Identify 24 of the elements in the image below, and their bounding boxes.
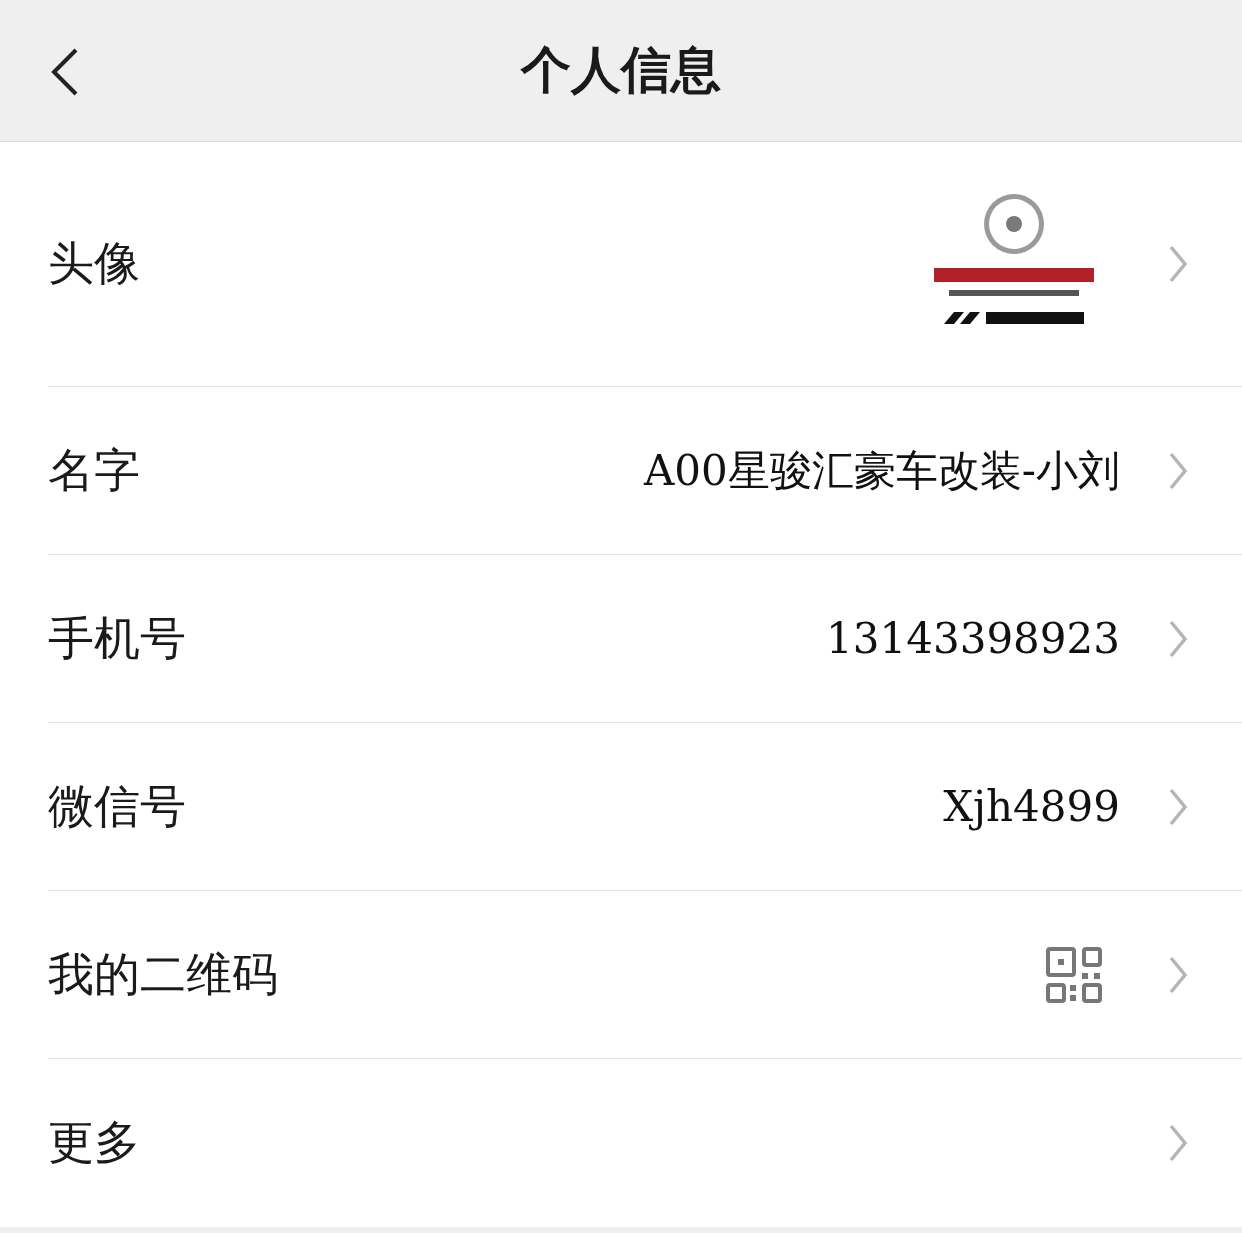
row-label: 手机号: [48, 609, 186, 667]
page-title: 个人信息: [521, 40, 721, 101]
row-label: 我的二维码: [48, 945, 278, 1003]
row-label: 微信号: [48, 777, 186, 835]
row-value: 13143398923: [826, 614, 1120, 663]
settings-row[interactable]: 更多: [48, 1059, 1242, 1227]
row-value: Xjh4899: [943, 782, 1120, 831]
chevron-icon: [1168, 1123, 1188, 1163]
settings-row[interactable]: 名字 A00星骏汇豪车改装-小刘: [48, 387, 1242, 555]
chevron-icon: [1168, 786, 1188, 827]
qr-code-icon: [1046, 946, 1102, 1003]
chevron-icon: [1168, 450, 1188, 491]
settings-row[interactable]: 头像: [48, 142, 1242, 387]
back-icon[interactable]: [50, 48, 80, 96]
chevron-icon: [1168, 244, 1188, 284]
row-label: 名字: [48, 441, 140, 499]
settings-row[interactable]: 手机号 13143398923: [48, 555, 1242, 723]
row-label: 头像: [48, 235, 140, 292]
settings-row[interactable]: 我的二维码: [48, 891, 1242, 1059]
chevron-icon: [1168, 618, 1188, 659]
row-value: A00星骏汇豪车改装-小刘: [644, 444, 1120, 497]
settings-row[interactable]: 微信号 Xjh4899: [48, 723, 1242, 891]
row-label: 更多: [48, 1114, 140, 1171]
chevron-icon: [1168, 954, 1188, 995]
